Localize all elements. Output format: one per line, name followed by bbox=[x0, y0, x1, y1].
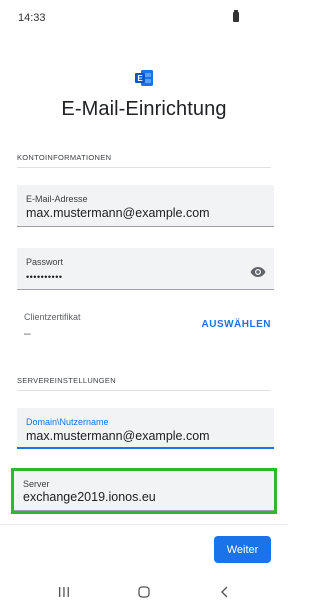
password-field-label: Passwort bbox=[26, 257, 64, 267]
outlook-logo-icon: E bbox=[135, 70, 153, 86]
navigation-bar bbox=[0, 576, 288, 608]
server-field-label: Server bbox=[23, 479, 50, 489]
domain-username-label: Domain\Nutzername bbox=[26, 417, 109, 427]
eye-icon[interactable] bbox=[250, 266, 266, 278]
back-icon[interactable] bbox=[215, 584, 235, 600]
certificate-label: Clientzertifikat bbox=[24, 312, 81, 322]
password-field[interactable]: Passwort •••••••••• bbox=[17, 248, 274, 290]
section-header-server: SERVEREINSTELLUNGEN bbox=[17, 376, 116, 385]
email-field-value: max.mustermann@example.com bbox=[26, 206, 210, 220]
next-button[interactable]: Weiter bbox=[214, 536, 271, 563]
section-header-account: KONTOINFORMATIONEN bbox=[17, 153, 112, 162]
status-time: 14:33 bbox=[18, 12, 46, 24]
select-certificate-button[interactable]: AUSWÄHLEN bbox=[202, 319, 272, 330]
home-icon[interactable] bbox=[134, 584, 154, 600]
email-field-label: E-Mail-Adresse bbox=[26, 194, 88, 204]
page-title: E-Mail-Einrichtung bbox=[61, 98, 227, 120]
battery-icon bbox=[233, 10, 239, 22]
divider bbox=[17, 167, 271, 168]
certificate-value: – bbox=[24, 326, 31, 340]
svg-text:E: E bbox=[137, 74, 143, 83]
password-field-value: •••••••••• bbox=[26, 272, 63, 282]
divider bbox=[17, 390, 271, 391]
domain-username-value: max.mustermann@example.com bbox=[26, 429, 210, 443]
server-field[interactable]: Server exchange2019.ionos.eu bbox=[11, 468, 277, 514]
email-field[interactable]: E-Mail-Adresse max.mustermann@example.co… bbox=[17, 185, 274, 227]
domain-username-field[interactable]: Domain\Nutzername max.mustermann@example… bbox=[17, 408, 274, 449]
status-bar: 14:33 bbox=[0, 0, 288, 34]
server-field-value: exchange2019.ionos.eu bbox=[23, 490, 156, 504]
recents-icon[interactable] bbox=[54, 584, 74, 600]
